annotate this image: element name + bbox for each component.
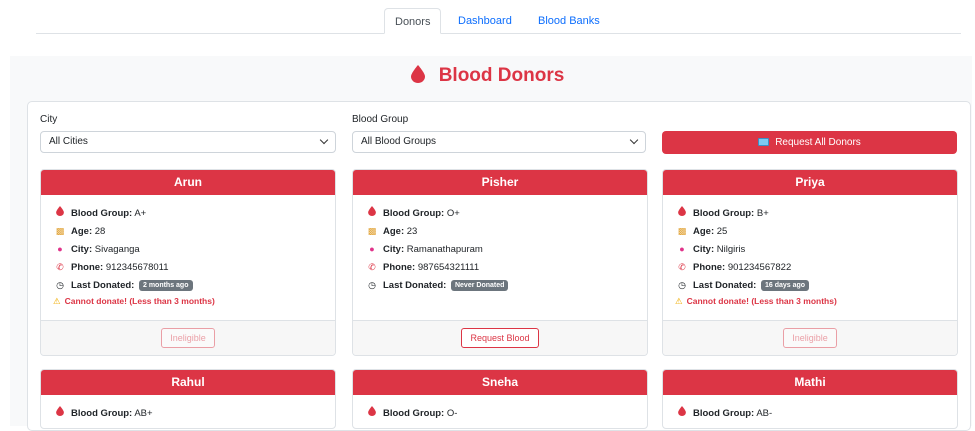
warning-icon: ⚠ [53, 296, 61, 306]
blood-group-value: AB+ [134, 408, 153, 419]
blood-drop-icon [410, 65, 425, 90]
age-value: 25 [716, 226, 728, 237]
cake-icon: ▩ [367, 226, 377, 236]
tab-donors[interactable]: Donors [384, 8, 442, 34]
donor-card: Priya Blood Group: B+ ▩ Age: 25 ● City: Ni… [662, 169, 958, 356]
ineligible-button[interactable]: Ineligible [161, 328, 215, 348]
age-key: Age: [693, 226, 715, 237]
chevron-down-icon [319, 135, 329, 145]
city-value: Nilgiris [716, 244, 746, 255]
donor-name: Priya [663, 170, 957, 195]
last-donated-key: Last Donated: [693, 280, 757, 291]
blood-group-value: AB- [756, 408, 773, 419]
donor-name: Sneha [353, 370, 647, 395]
blood-group-label: Blood Group [352, 114, 409, 125]
donor-name: Mathi [663, 370, 957, 395]
blood-group-select-value: All Blood Groups [361, 136, 437, 147]
donor-card: Rahul Blood Group: AB+ [40, 369, 336, 429]
donor-card: Arun Blood Group: A+ ▩ Age: 28 ● City: Siv… [40, 169, 336, 356]
ineligible-button[interactable]: Ineligible [783, 328, 837, 348]
blood-group-key: Blood Group: [693, 408, 755, 419]
age-key: Age: [71, 226, 93, 237]
donor-card: Mathi Blood Group: AB- [662, 369, 958, 429]
blood-group-key: Blood Group: [71, 408, 133, 419]
donor-name: Arun [41, 170, 335, 195]
blood-group-key: Blood Group: [71, 208, 133, 219]
request-all-donors-button[interactable]: Request All Donors [662, 131, 957, 154]
phone-key: Phone: [383, 262, 416, 273]
last-donated-badge: Never Donated [450, 280, 509, 291]
top-nav: Donors Dashboard Blood Banks [0, 0, 975, 34]
stopwatch-icon: ◷ [678, 280, 686, 290]
last-donated-key: Last Donated: [383, 280, 447, 291]
last-donated-key: Last Donated: [71, 280, 135, 291]
last-donated-badge: 16 days ago [760, 280, 810, 291]
city-value: Sivaganga [94, 244, 140, 255]
stopwatch-icon: ◷ [56, 280, 64, 290]
pin-icon: ● [369, 244, 375, 254]
chevron-down-icon [629, 135, 639, 145]
phone-icon: ✆ [368, 262, 376, 272]
blood-group-value: B+ [756, 208, 769, 219]
request-blood-button[interactable]: Request Blood [461, 328, 539, 348]
city-key: City: [693, 244, 715, 255]
last-donated-badge: 2 months ago [138, 280, 193, 291]
city-label: City [40, 114, 58, 125]
donor-name: Rahul [41, 370, 335, 395]
stopwatch-icon: ◷ [368, 280, 376, 290]
blood-group-value: O- [446, 408, 458, 419]
warning-icon: ⚠ [675, 296, 683, 306]
page-title: Blood Donors [0, 64, 975, 90]
phone-value: 912345678011 [105, 262, 169, 273]
city-select[interactable]: All Cities [40, 131, 336, 153]
pin-icon: ● [57, 244, 63, 254]
tab-dashboard[interactable]: Dashboard [448, 8, 522, 34]
tab-blood-banks[interactable]: Blood Banks [528, 8, 610, 34]
age-value: 28 [94, 226, 106, 237]
phone-value: 987654321111 [417, 262, 480, 273]
phone-key: Phone: [693, 262, 726, 273]
eligibility-warning: Cannot donate! (Less than 3 months) [686, 296, 837, 306]
blood-drop-icon [53, 204, 67, 222]
envelope-icon [758, 138, 770, 146]
pin-icon: ● [679, 244, 685, 254]
phone-icon: ✆ [678, 262, 686, 272]
cake-icon: ▩ [55, 226, 65, 236]
request-all-label: Request All Donors [775, 137, 861, 148]
donor-card: Sneha Blood Group: O- [352, 369, 648, 429]
blood-group-key: Blood Group: [383, 408, 445, 419]
eligibility-warning: Cannot donate! (Less than 3 months) [64, 296, 215, 306]
blood-group-select[interactable]: All Blood Groups [352, 131, 646, 153]
city-key: City: [383, 244, 405, 255]
donor-name: Pisher [353, 170, 647, 195]
city-value: Ramanathapuram [406, 244, 483, 255]
phone-icon: ✆ [56, 262, 64, 272]
blood-group-key: Blood Group: [693, 208, 755, 219]
page-title-text: Blood Donors [438, 65, 565, 86]
age-key: Age: [383, 226, 405, 237]
phone-key: Phone: [71, 262, 104, 273]
cake-icon: ▩ [677, 226, 687, 236]
blood-drop-icon [675, 404, 689, 422]
city-select-value: All Cities [49, 136, 88, 147]
blood-group-key: Blood Group: [383, 208, 445, 219]
blood-drop-icon [675, 204, 689, 222]
blood-drop-icon [365, 204, 379, 222]
city-key: City: [71, 244, 93, 255]
blood-drop-icon [53, 404, 67, 422]
blood-group-value: O+ [446, 208, 460, 219]
phone-value: 901234567822 [727, 262, 792, 273]
blood-group-value: A+ [134, 208, 147, 219]
donor-card: Pisher Blood Group: O+ ▩ Age: 23 ● City: R… [352, 169, 648, 356]
blood-drop-icon [365, 404, 379, 422]
age-value: 23 [406, 226, 418, 237]
